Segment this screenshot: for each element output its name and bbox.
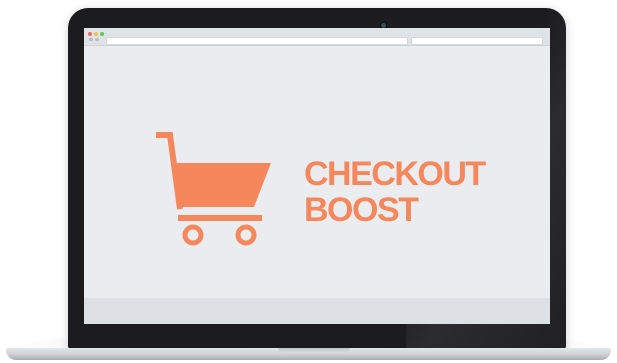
page-content: CHECKOUT BOOST bbox=[84, 46, 550, 298]
forward-button[interactable] bbox=[95, 38, 99, 41]
laptop-screen: CHECKOUT BOOST bbox=[84, 28, 550, 324]
brand-line-1: CHECKOUT bbox=[304, 155, 486, 193]
window-close-icon[interactable] bbox=[88, 32, 92, 36]
window-maximize-icon[interactable] bbox=[100, 32, 104, 36]
browser-toolbar bbox=[84, 28, 550, 46]
window-minimize-icon[interactable] bbox=[94, 32, 98, 36]
laptop-base bbox=[6, 348, 611, 360]
laptop-base-notch bbox=[278, 348, 350, 353]
page-footer-strip bbox=[84, 298, 550, 324]
laptop-mockup: CHECKOUT BOOST bbox=[0, 0, 617, 363]
brand-wordmark: CHECKOUT BOOST bbox=[304, 155, 486, 229]
browser-search-field[interactable] bbox=[411, 37, 543, 45]
brand-line-2: BOOST bbox=[304, 191, 419, 229]
back-button[interactable] bbox=[89, 38, 93, 41]
address-bar[interactable] bbox=[106, 37, 408, 45]
shopping-cart-icon bbox=[156, 132, 271, 246]
